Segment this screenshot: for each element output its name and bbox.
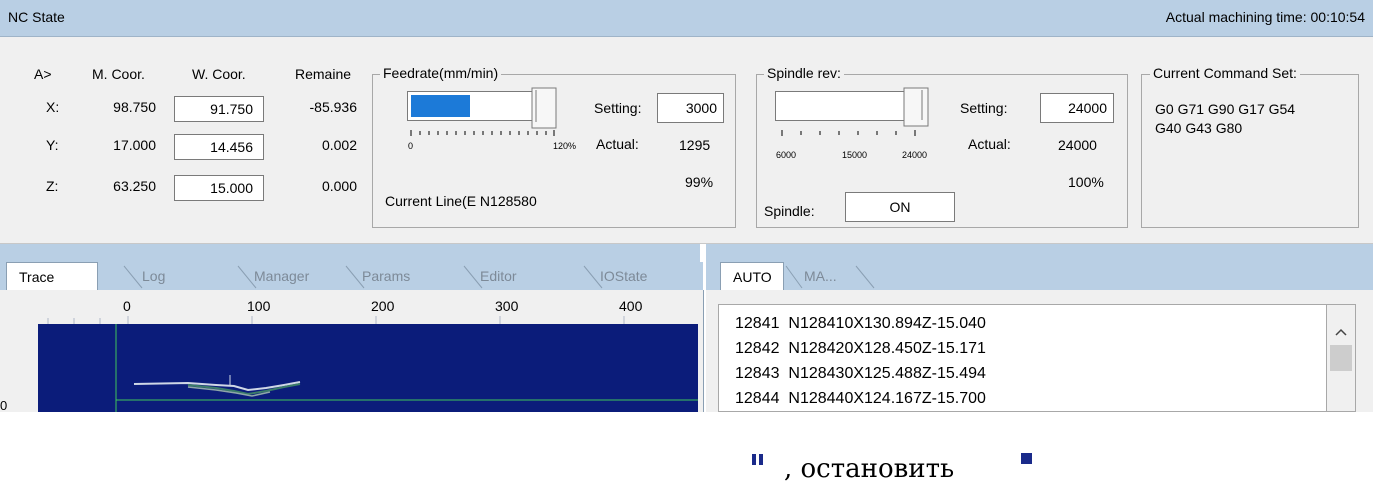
feedrate-setting-field[interactable]: 3000 [657, 93, 724, 123]
x-axis-ticks [47, 316, 625, 324]
instruction-text: , остановить [784, 454, 955, 484]
machine-coord-z: 63.250 [113, 178, 156, 194]
remain-y: 0.002 [321, 137, 357, 153]
trace-panel-strip [0, 244, 700, 264]
scroll-up-icon[interactable] [1335, 328, 1347, 336]
spindle-percent: 100% [1068, 174, 1104, 190]
spindle-status-label: Spindle: [764, 203, 815, 219]
machining-time: Actual machining time: 00:10:54 [1165, 9, 1365, 25]
line-code: N128440X124.167Z-15.700 [788, 390, 986, 407]
remain-header: Remaine [295, 66, 352, 82]
spindle-setting-field[interactable]: 24000 [1040, 93, 1114, 123]
feedrate-slider-thumb[interactable] [526, 86, 558, 130]
line-number: 12841 [735, 315, 780, 332]
axis-header: A> [34, 66, 52, 82]
program-line: 12841 N128410X130.894Z-15.040 [735, 315, 986, 333]
feedrate-percent: 99% [685, 174, 714, 190]
spindle-slider[interactable] [775, 91, 915, 121]
x-axis-label-200: 200 [371, 298, 395, 314]
line-number: 12843 [735, 365, 780, 382]
feedrate-actual-value: 1295 [679, 137, 711, 153]
program-tab-separators [785, 265, 875, 289]
x-axis-label-400: 400 [619, 298, 643, 314]
feedrate-slider-fill [411, 95, 470, 117]
feedrate-max-label: 120% [553, 141, 577, 151]
x-axis-label-100: 100 [247, 298, 271, 314]
spindle-status-field: ON [845, 192, 955, 222]
spindle-tick-6000: 6000 [776, 150, 797, 160]
spindle-tick-24000: 24000 [902, 150, 928, 160]
line-number: 12842 [735, 340, 780, 357]
y-axis-label-0: 0 [0, 398, 8, 413]
trace-plot[interactable] [38, 324, 698, 412]
spindle-tick-15000: 15000 [842, 150, 868, 160]
tab-trace[interactable]: Trace [6, 262, 98, 290]
feedrate-actual-label: Actual: [596, 136, 639, 152]
axis-label-z: Z: [46, 178, 59, 194]
scrollbar-graphics [1330, 328, 1352, 371]
program-scrollbar[interactable] [1326, 304, 1356, 412]
feedrate-setting-label: Setting: [594, 100, 642, 116]
line-number: 12844 [735, 390, 780, 407]
spindle-ticks [781, 130, 916, 136]
work-coord-z[interactable]: 15.000 [174, 175, 264, 201]
nc-state-header: NC State Actual machining time: 00:10:54 [0, 0, 1373, 37]
program-line: 12843 N128430X125.488Z-15.494 [735, 365, 986, 383]
spindle-slider-thumb[interactable] [900, 86, 930, 130]
panel-title: NC State [8, 9, 65, 25]
x-axis-label-300: 300 [495, 298, 519, 314]
remain-z: 0.000 [321, 178, 357, 194]
work-coord-header: W. Coor. [192, 66, 246, 82]
program-listing[interactable]: 12841 N128410X130.894Z-15.040 12842 N128… [718, 304, 1326, 412]
line-code: N128420X128.450Z-15.171 [788, 340, 986, 357]
spindle-actual-value: 24000 [1058, 137, 1097, 153]
command-set-title: Current Command Set: [1150, 65, 1300, 81]
stop-icon[interactable] [1014, 447, 1042, 475]
remain-x: -85.936 [309, 99, 357, 115]
feedrate-min-label: 0 [408, 141, 414, 151]
program-line: 12842 N128420X128.450Z-15.171 [735, 340, 986, 358]
feedrate-ticks [410, 130, 555, 136]
work-coord-y[interactable]: 14.456 [174, 134, 264, 160]
current-line: Current Line(E N128580 [385, 193, 537, 209]
spindle-title: Spindle rev: [764, 65, 844, 81]
scrollbar-thumb[interactable] [1330, 345, 1352, 371]
spindle-actual-label: Actual: [968, 136, 1011, 152]
line-code: N128410X130.894Z-15.040 [788, 315, 986, 332]
axis-label-x: X: [46, 99, 60, 115]
machine-coord-y: 17.000 [113, 137, 156, 153]
command-set-line-2: G40 G43 G80 [1155, 120, 1243, 136]
machine-coord-x: 98.750 [113, 99, 156, 115]
command-set-group [1141, 74, 1359, 228]
program-line: 12844 N128440X124.167Z-15.700 [735, 390, 986, 410]
line-code: N128430X125.488Z-15.494 [788, 365, 986, 382]
pause-icon[interactable] [745, 447, 773, 475]
program-panel-strip [706, 244, 1373, 264]
axis-label-y: Y: [46, 137, 59, 153]
trace-plot-canvas [115, 324, 698, 412]
x-axis-label-0: 0 [123, 298, 131, 314]
command-set-line-1: G0 G71 G90 G17 G54 [1155, 101, 1296, 117]
feedrate-title: Feedrate(mm/min) [380, 65, 502, 81]
tab-separators [123, 265, 603, 289]
spindle-setting-label: Setting: [960, 100, 1008, 116]
machine-coord-header: M. Coor. [92, 66, 145, 82]
work-coord-x[interactable]: 91.750 [174, 96, 264, 122]
